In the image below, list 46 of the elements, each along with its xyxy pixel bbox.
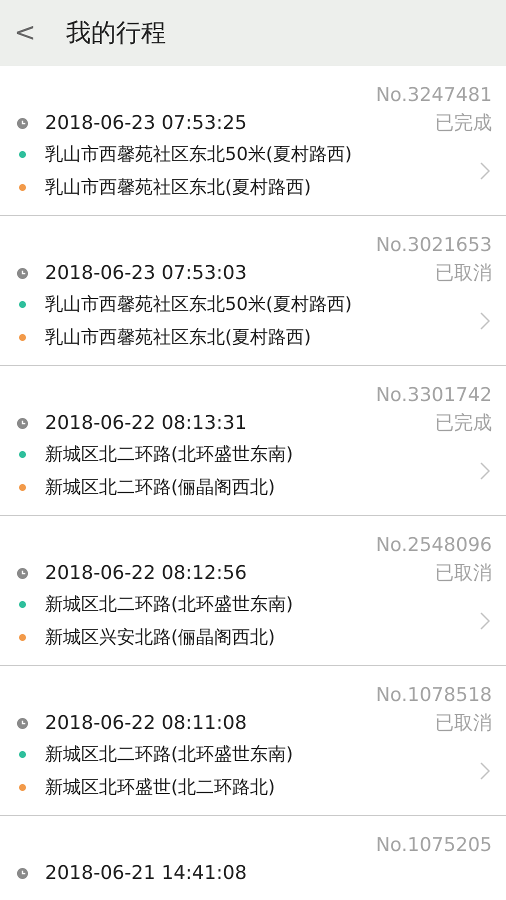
trip-card[interactable]: No.3301742 2018-06-22 08:13:31 已完成 新城区北二环路(北环盛世东南) 新城区北二环路(俪晶阁西北) (0, 366, 506, 516)
trip-card[interactable]: No.1075205 2018-06-21 14:41:08 (0, 816, 506, 900)
clock-icon (17, 118, 28, 128)
page-title: 我的行程 (66, 17, 166, 50)
destination-address: 乳山市西馨苑社区东北(夏村路西) (45, 176, 312, 200)
trip-card[interactable]: No.3021653 2018-06-23 07:53:03 已取消 乳山市西馨苑社区东北50米(夏村路西) 乳山市西馨苑社区东北(夏村路西) (0, 216, 506, 366)
trip-number: No.3301742 (376, 383, 492, 408)
clock-icon (17, 718, 28, 728)
origin-address: 乳山市西馨苑社区东北50米(夏村路西) (45, 293, 352, 317)
destination-address: 新城区北二环路(俪晶阁西北) (45, 476, 276, 500)
trip-time: 2018-06-23 07:53:03 (45, 260, 247, 286)
trip-time: 2018-06-22 08:12:56 (45, 560, 247, 586)
chevron-right-icon (480, 162, 490, 180)
trip-number: No.3247481 (376, 83, 492, 108)
trip-number: No.1075205 (376, 833, 492, 858)
origin-address: 新城区北二环路(北环盛世东南) (45, 443, 294, 467)
trip-time: 2018-06-21 14:41:08 (45, 860, 247, 886)
trip-time: 2018-06-22 08:11:08 (45, 710, 247, 736)
trip-number: No.1078518 (376, 683, 492, 708)
destination-address: 新城区北环盛世(北二环路北) (45, 776, 276, 800)
trip-card[interactable]: No.3247481 2018-06-23 07:53:25 已完成 乳山市西馨苑社区东北50米(夏村路西) 乳山市西馨苑社区东北(夏村路西) (0, 66, 506, 216)
trip-time: 2018-06-22 08:13:31 (45, 410, 247, 436)
chevron-right-icon (480, 762, 490, 780)
trip-number: No.2548096 (376, 533, 492, 558)
clock-icon (17, 568, 28, 578)
trip-status: 已完成 (435, 410, 492, 436)
origin-address: 乳山市西馨苑社区东北50米(夏村路西) (45, 143, 352, 167)
clock-icon (17, 868, 28, 878)
trip-time: 2018-06-23 07:53:25 (45, 110, 247, 136)
trip-status: 已取消 (435, 560, 492, 586)
destination-address: 乳山市西馨苑社区东北(夏村路西) (45, 326, 312, 350)
trip-card[interactable]: No.2548096 2018-06-22 08:12:56 已取消 新城区北二环路(北环盛世东南) 新城区兴安北路(俪晶阁西北) (0, 516, 506, 666)
destination-address: 新城区兴安北路(俪晶阁西北) (45, 626, 276, 650)
trip-status: 已取消 (435, 710, 492, 736)
origin-address: 新城区北二环路(北环盛世东南) (45, 593, 294, 617)
trip-status: 已完成 (435, 110, 492, 136)
trip-card[interactable]: No.1078518 2018-06-22 08:11:08 已取消 新城区北二环路(北环盛世东南) 新城区北环盛世(北二环路北) (0, 666, 506, 816)
origin-address: 新城区北二环路(北环盛世东南) (45, 743, 294, 767)
chevron-right-icon (480, 462, 490, 480)
clock-icon (17, 268, 28, 278)
clock-icon (17, 418, 28, 428)
trip-status: 已取消 (435, 260, 492, 286)
trip-number: No.3021653 (376, 233, 492, 258)
back-button[interactable]: < (14, 20, 36, 46)
chevron-right-icon (480, 312, 490, 330)
chevron-right-icon (480, 612, 490, 630)
